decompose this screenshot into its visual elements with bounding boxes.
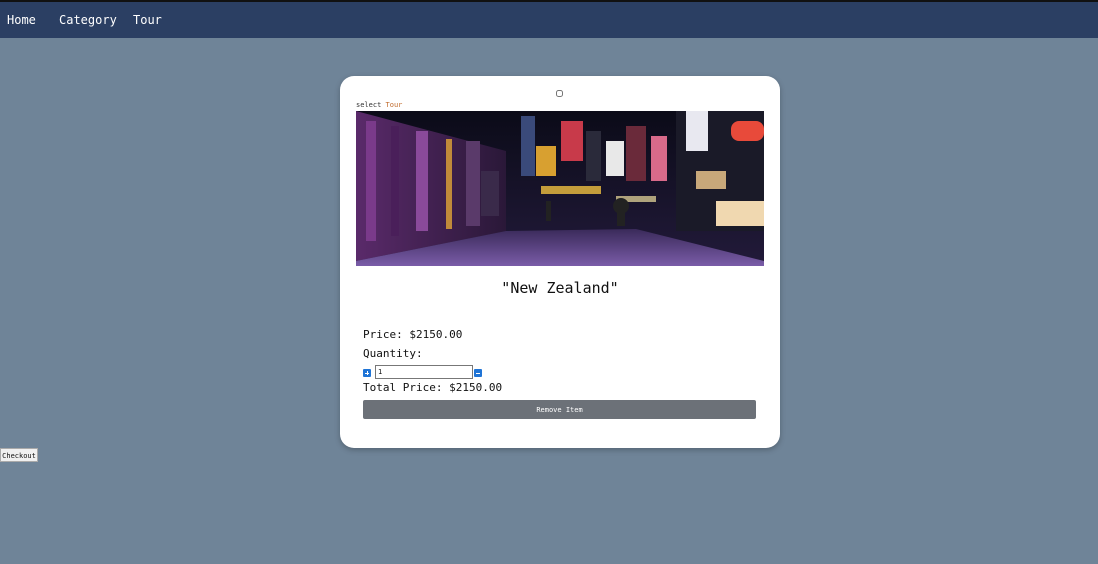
select-tour-checkbox[interactable] xyxy=(556,90,563,97)
remove-item-button[interactable]: Remove Item xyxy=(363,400,756,419)
minus-square-icon[interactable] xyxy=(474,369,482,377)
select-label-prefix: select xyxy=(356,101,386,109)
quantity-input[interactable] xyxy=(375,365,473,379)
navbar: Home Category Tour xyxy=(0,2,1098,38)
nav-category-link[interactable]: Category xyxy=(59,13,117,27)
tour-name-heading: "New Zealand" xyxy=(501,279,619,297)
quantity-stepper xyxy=(363,365,523,380)
select-label-accent: Tour xyxy=(385,101,403,109)
select-tour-label: select Tour xyxy=(356,101,402,109)
plus-square-icon[interactable] xyxy=(363,369,371,377)
nav-tour-link[interactable]: Tour xyxy=(133,13,162,27)
nav-home-link[interactable]: Home xyxy=(7,13,36,27)
tour-image xyxy=(356,111,764,266)
cart-item-card: select Tour "New Zealand" Price: $2150.0… xyxy=(340,76,780,448)
total-price-text: Total Price: $2150.00 xyxy=(363,381,503,394)
quantity-label: Quantity: xyxy=(363,347,423,360)
price-text: Price: $2150.00 xyxy=(363,328,463,341)
checkout-button[interactable]: Checkout xyxy=(0,448,38,462)
